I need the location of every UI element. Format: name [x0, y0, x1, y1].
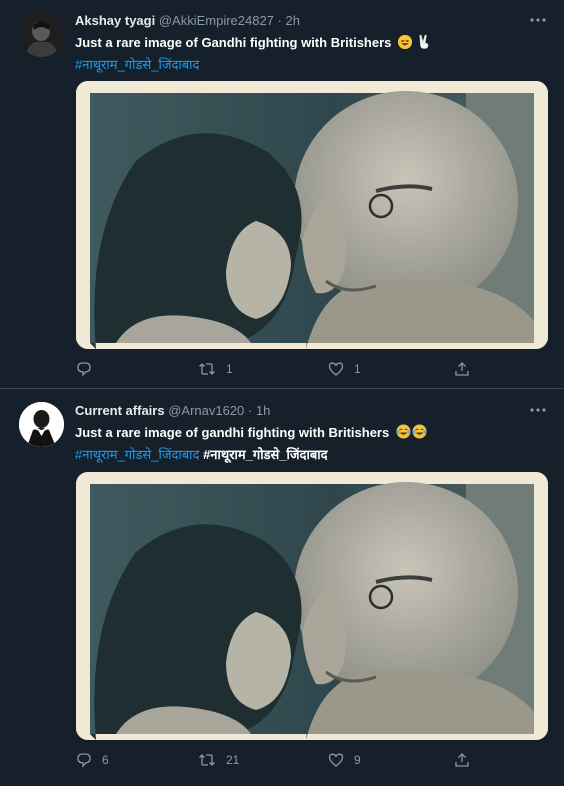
retweet-icon [199, 754, 215, 766]
tweet[interactable]: Akshay tyagi @AkkiEmpire24827 · 2h Just … [0, 0, 564, 389]
retweet-count: 1 [226, 362, 233, 376]
author-handle[interactable]: @Arnav1620 [168, 403, 244, 418]
action-bar: 6 21 9 [76, 750, 556, 770]
author-name[interactable]: Current affairs [75, 403, 165, 418]
like-icon [328, 753, 344, 767]
tweet-text: Just a rare image of gandhi fighting wit… [75, 424, 427, 442]
victory-hand-icon [418, 34, 430, 52]
tears-of-joy-face-icon [396, 424, 411, 442]
like-button[interactable]: 9 [328, 750, 361, 770]
tweet[interactable]: Current affairs @Arnav1620 · 1h Just a r… [0, 390, 564, 786]
separator-dot: · [247, 403, 253, 418]
reply-icon [77, 362, 91, 377]
share-icon [455, 753, 469, 767]
tears-of-joy-face-icon [412, 424, 427, 442]
tweet-photo[interactable] [76, 472, 548, 740]
hashtag-line: #नाथूराम_गोडसे_जिंदाबाद #नाथूराम_गोडसे_ज… [75, 445, 328, 463]
hashtag-text: #नाथूराम_गोडसे_जिंदाबाद [203, 447, 328, 462]
like-count: 9 [354, 753, 361, 767]
more-icon[interactable] [524, 10, 552, 30]
hashtag-link[interactable]: #नाथूराम_गोडसे_जिंदाबाद [75, 57, 199, 72]
reply-count: 6 [102, 753, 109, 767]
share-button[interactable] [454, 750, 470, 770]
timestamp[interactable]: 1h [256, 403, 270, 418]
hashtag-line: #नाथूराम_गोडसे_जिंदाबाद [75, 55, 199, 73]
author-handle[interactable]: @AkkiEmpire24827 [159, 13, 274, 28]
like-button[interactable]: 1 [328, 359, 361, 379]
more-icon[interactable] [524, 400, 552, 420]
separator-dot: · [277, 13, 282, 28]
grinning-squinting-face-icon [398, 35, 413, 49]
retweet-icon [199, 363, 215, 375]
share-button[interactable] [454, 359, 470, 379]
reply-button[interactable] [76, 359, 102, 379]
tweet-header: Current affairs @Arnav1620 · 1h [75, 403, 270, 418]
reply-icon [77, 753, 91, 768]
retweet-button[interactable]: 1 [198, 359, 233, 379]
like-count: 1 [354, 362, 361, 376]
tweet-text-body: Just a rare image of Gandhi fighting wit… [75, 35, 392, 50]
avatar[interactable] [19, 402, 64, 447]
like-icon [328, 362, 344, 376]
retweet-count: 21 [226, 753, 240, 767]
timestamp[interactable]: 2h [286, 13, 300, 28]
author-name[interactable]: Akshay tyagi [75, 13, 155, 28]
retweet-button[interactable]: 21 [198, 750, 239, 770]
tweet-header: Akshay tyagi @AkkiEmpire24827 · 2h [75, 13, 300, 28]
hashtag-link[interactable]: #नाथूराम_गोडसे_जिंदाबाद [75, 447, 199, 462]
tweet-text: Just a rare image of Gandhi fighting wit… [75, 34, 430, 52]
reply-button[interactable]: 6 [76, 750, 109, 770]
avatar[interactable] [19, 12, 64, 57]
share-icon [455, 362, 469, 376]
action-bar: 1 1 [76, 359, 556, 379]
tweet-photo[interactable] [76, 81, 548, 349]
tweet-text-body: Just a rare image of gandhi fighting wit… [75, 425, 390, 440]
